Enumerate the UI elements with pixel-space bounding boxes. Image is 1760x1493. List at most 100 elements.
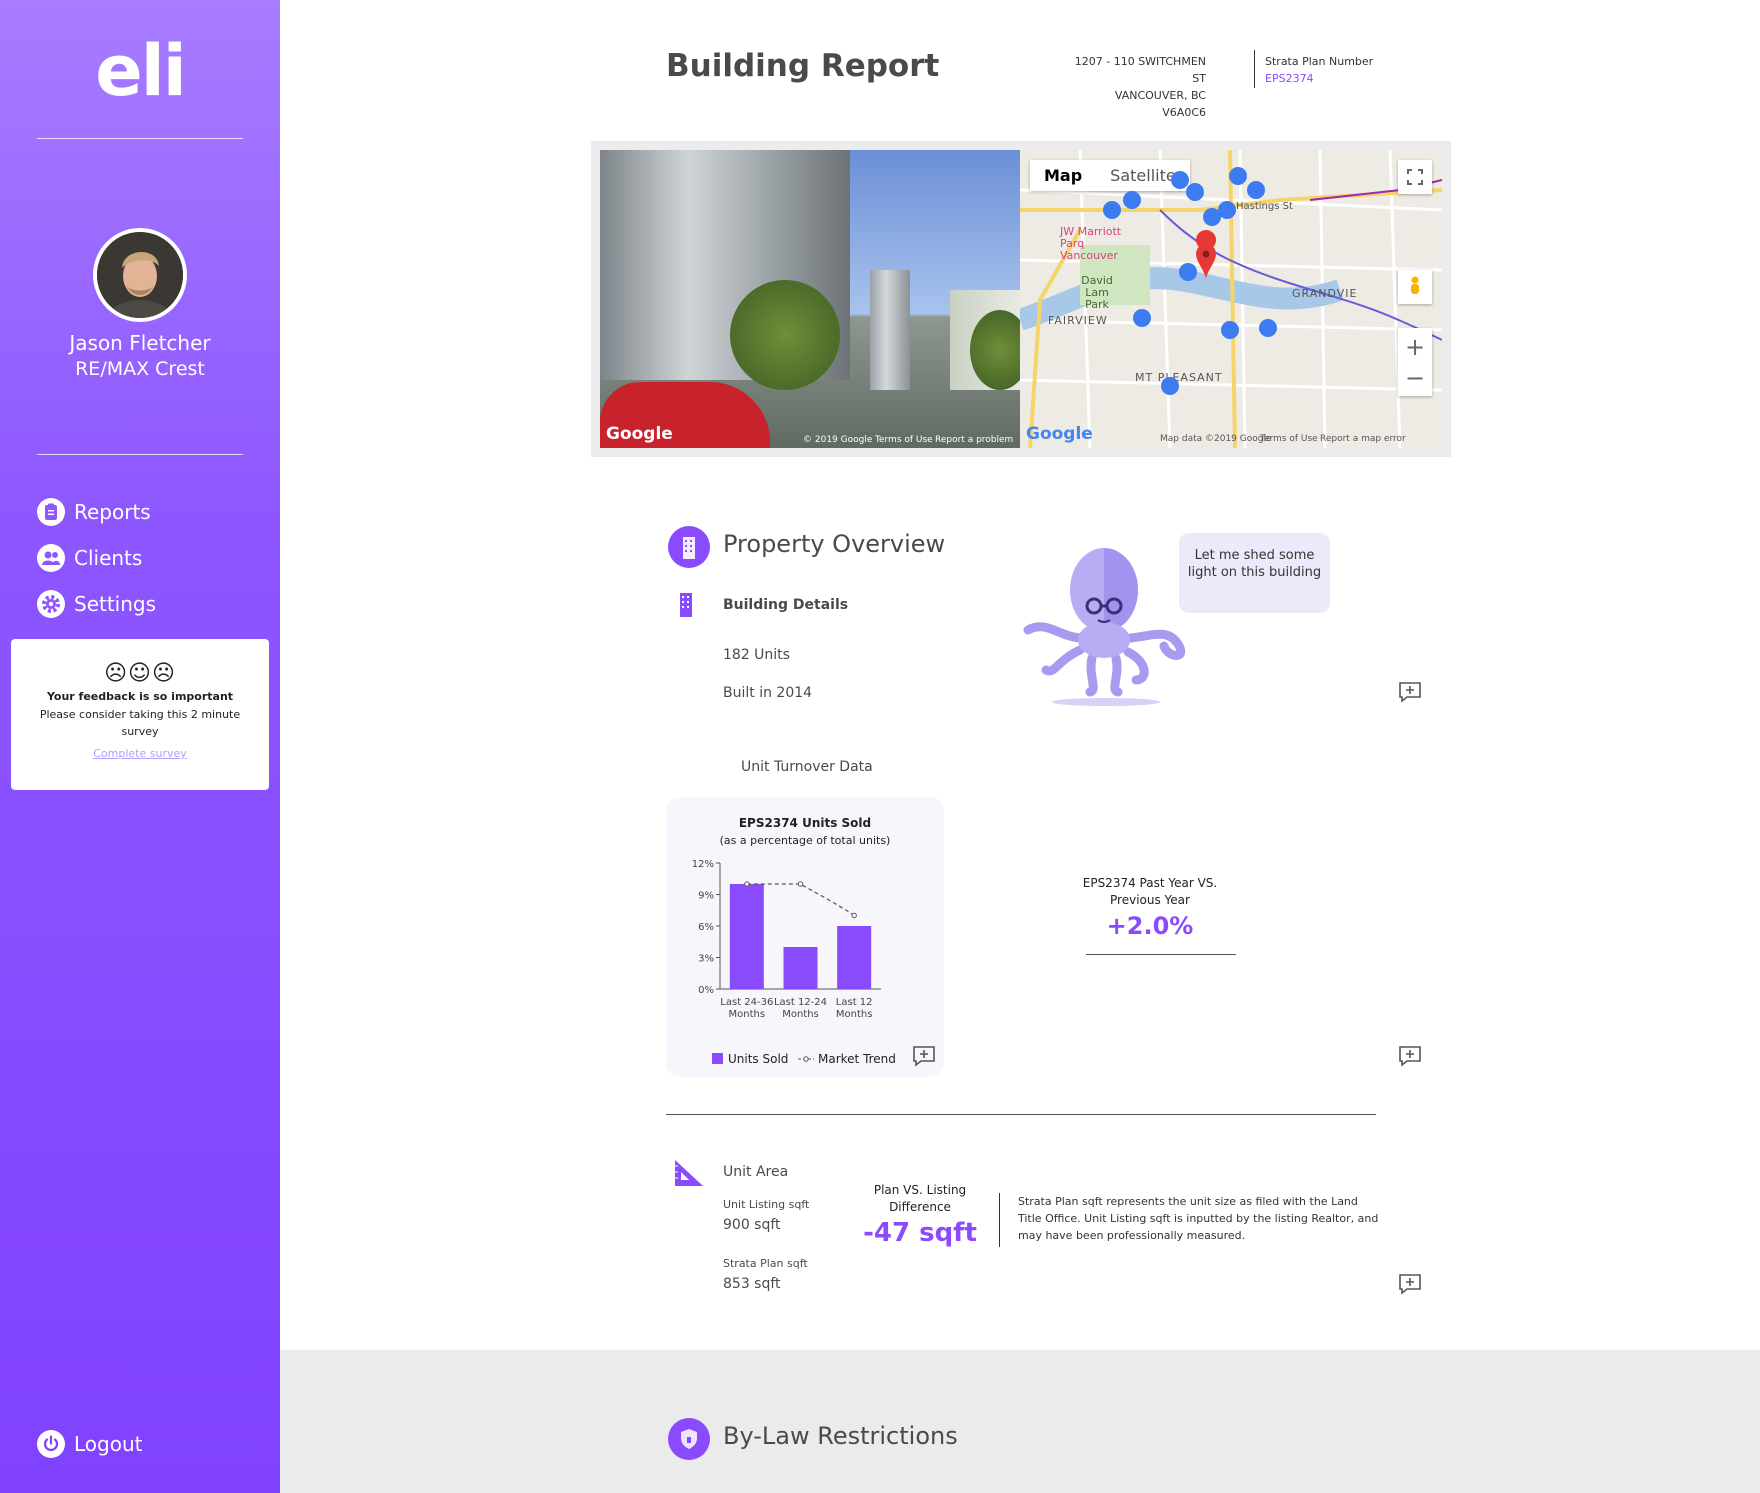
sidebar-item-label: Clients [74, 546, 143, 570]
chart-title: EPS2374 Units Sold [739, 816, 871, 830]
fullscreen-icon[interactable] [1398, 160, 1432, 194]
sidebar-divider [37, 138, 243, 139]
sidebar: eli Jason Fletcher RE/MAX Crest Reports [0, 0, 280, 1493]
map-tab[interactable]: Map [1030, 160, 1096, 191]
map-terms-link[interactable]: Terms of Use [1260, 434, 1318, 444]
sidebar-item-reports[interactable]: Reports [37, 498, 151, 526]
add-comment-icon[interactable] [1398, 681, 1422, 703]
bylaw-section: By-Law Restrictions [280, 1350, 1760, 1493]
strata-plan-label: Strata Plan Number [1265, 55, 1374, 68]
sidebar-item-clients[interactable]: Clients [37, 544, 142, 572]
map-data-credit: Map data ©2019 Google [1160, 434, 1272, 444]
strata-plan-sqft-label: Strata Plan sqft [723, 1257, 808, 1270]
logout-button[interactable]: Logout [37, 1430, 142, 1458]
sidebar-item-label: Reports [74, 500, 151, 524]
section-divider [666, 1114, 1376, 1115]
app-root: eli Jason Fletcher RE/MAX Crest Reports [0, 0, 1760, 1493]
street-copyright: © 2019 Google [803, 435, 873, 445]
sidebar-item-settings[interactable]: Settings [37, 590, 156, 618]
building-details-label: Building Details [723, 597, 849, 613]
units-sold-chart-card: EPS2374 Units Sold (as a percentage of t… [666, 797, 944, 1077]
legend-label-units-sold: Units Sold [728, 1052, 788, 1066]
avatar[interactable] [93, 228, 187, 322]
add-comment-icon[interactable] [912, 1045, 936, 1067]
address-line-2: VANCOUVER, BC V6A0C6 [1114, 89, 1206, 119]
map-label-mt-pleasant: MT PLEASANT [1135, 371, 1223, 384]
address: 1207 - 110 SWITCHMEN ST VANCOUVER, BC V6… [1070, 53, 1206, 121]
sidebar-item-label: Settings [74, 592, 157, 616]
building-details-icon [678, 591, 694, 621]
street-view[interactable]: Google © 2019 Google Terms of Use Report… [600, 150, 1020, 448]
bar [729, 884, 764, 989]
map-label-marriott: JW Marriott Parq Vancouver [1060, 225, 1122, 262]
legend-label-market-trend: Market Trend [818, 1052, 896, 1066]
map-label-hastings: Hastings St [1236, 201, 1293, 212]
add-comment-icon[interactable] [1398, 1273, 1422, 1295]
unit-turnover-title: Unit Turnover Data [741, 759, 873, 775]
zoom-control: + − [1398, 328, 1432, 396]
x-tick-label: Last 12-24 [774, 997, 827, 1008]
zoom-out-icon[interactable]: − [1405, 363, 1425, 393]
map-label-grandview: GRANDVIE [1292, 287, 1358, 300]
avatar-photo [97, 232, 183, 318]
bar [783, 947, 818, 989]
clipboard-icon [37, 498, 65, 526]
map-view[interactable]: Map Satellite + − JW Marriott Parq Vanco… [1020, 150, 1442, 448]
kpi-title: EPS2374 Past Year VS. Previous Year [1082, 876, 1218, 907]
feedback-card: ☹☺☹ Your feedback is so important Please… [11, 639, 269, 790]
map-label-david-lam: David Lam Park [1081, 274, 1113, 311]
address-line-1: 1207 - 110 SWITCHMEN ST [1074, 55, 1206, 85]
building-section-icon [668, 526, 710, 568]
y-tick-label: 6% [698, 922, 714, 933]
kpi-value: +2.0% [1106, 912, 1194, 940]
x-tick-label: Last 12 [836, 997, 873, 1008]
market-trend-point [797, 881, 804, 887]
map-panel: Google © 2019 Google Terms of Use Report… [591, 141, 1451, 457]
y-tick-label: 12% [692, 859, 714, 870]
unit-listing-value: 900 sqft [723, 1217, 781, 1233]
street-terms-link[interactable]: Terms of Use [875, 435, 933, 445]
strata-plan: Strata Plan Number EPS2374 [1265, 53, 1373, 87]
strata-plan-number: EPS2374 [1265, 72, 1314, 85]
zoom-in-icon[interactable]: + [1405, 331, 1425, 363]
street-report-link[interactable]: Report a problem [935, 435, 1013, 445]
x-tick-label: Months [782, 1009, 819, 1020]
octopus-mascot-icon [1018, 540, 1188, 714]
x-tick-label: Months [836, 1009, 873, 1020]
feedback-title: Your feedback is so important [46, 690, 234, 703]
logout-label: Logout [74, 1432, 143, 1456]
unit-listing-label: Unit Listing sqft [723, 1198, 810, 1211]
units-count: 182 Units [723, 647, 790, 663]
eli-logo[interactable]: eli [0, 30, 280, 112]
pegman-icon[interactable] [1398, 270, 1432, 304]
feedback-text: Please consider taking this 2 minute sur… [39, 708, 241, 738]
plan-vs-listing-title: Plan VS. Listing Difference [873, 1183, 967, 1214]
unit-area-note: Strata Plan sqft represents the unit siz… [1018, 1195, 1379, 1242]
market-trend-point [851, 912, 857, 919]
legend-swatch-market-trend-point [803, 1056, 809, 1062]
y-tick-label: 0% [698, 985, 714, 996]
satellite-tab[interactable]: Satellite [1096, 160, 1190, 191]
x-tick-label: Months [729, 1009, 766, 1020]
property-overview-title: Property Overview [723, 530, 946, 558]
complete-survey-link[interactable]: Complete survey [93, 747, 187, 760]
x-tick-label: Last 24-36 [720, 997, 773, 1008]
built-year: Built in 2014 [723, 685, 813, 701]
market-trend-point [744, 881, 750, 887]
strata-plan-sqft-value: 853 sqft [723, 1276, 781, 1292]
add-comment-icon[interactable] [1398, 1045, 1422, 1067]
building-image [870, 270, 910, 390]
chart-subtitle: (as a percentage of total units) [720, 834, 891, 847]
user-organization: RE/MAX Crest [75, 358, 205, 380]
sidebar-divider [37, 454, 243, 455]
plan-vs-listing-value: -47 sqft [863, 1218, 977, 1248]
gear-icon [37, 590, 65, 618]
kpi-underline [1086, 954, 1236, 955]
legend-swatch-units-sold [712, 1053, 723, 1064]
unit-area-title: Unit Area [723, 1164, 789, 1180]
report-map-error-link[interactable]: Report a map error [1320, 434, 1406, 444]
google-map-logo: Google [1026, 424, 1093, 444]
ruler-triangle-icon [673, 1158, 705, 1192]
bylaw-title: By-Law Restrictions [723, 1422, 958, 1450]
tree-image [730, 280, 840, 390]
